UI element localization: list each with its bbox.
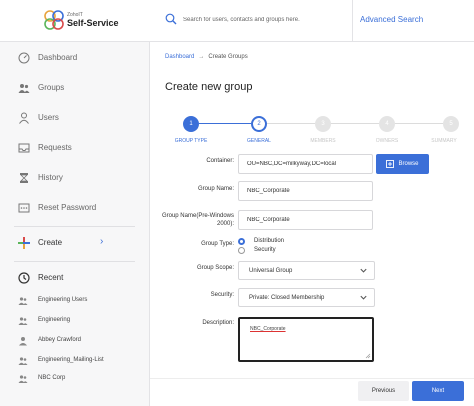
group-icon bbox=[18, 297, 28, 305]
group-scope-select[interactable]: Universal Group bbox=[238, 261, 375, 280]
browse-icon bbox=[386, 160, 395, 168]
group-icon bbox=[18, 375, 28, 383]
description-label: Description: bbox=[202, 320, 234, 326]
sidebar-divider bbox=[14, 261, 135, 262]
step-connector bbox=[267, 123, 315, 124]
user-icon bbox=[19, 337, 27, 346]
recent-clock-icon bbox=[18, 272, 30, 284]
logo-icon bbox=[44, 10, 64, 30]
recent-item[interactable]: Engineering_Mailing-List bbox=[0, 353, 150, 371]
sidebar-item-reset-password[interactable]: Reset Password bbox=[0, 195, 150, 221]
step-1-label: GROUP TYPE bbox=[174, 138, 208, 144]
pre2000-name-label: Group Name(Pre-Windows 2000): bbox=[161, 213, 234, 227]
history-icon bbox=[20, 173, 28, 183]
step-4-label: OWNERS bbox=[375, 138, 399, 144]
recent-item[interactable]: Engineering bbox=[0, 313, 150, 331]
container-label: Container: bbox=[206, 158, 234, 164]
inbox-icon bbox=[18, 143, 30, 153]
sidebar-item-label: Groups bbox=[38, 83, 65, 92]
app-logo[interactable]: ZohoIT Self-Service bbox=[0, 0, 150, 42]
recent-item[interactable]: NBC Corp bbox=[0, 371, 150, 389]
next-button[interactable]: Next bbox=[412, 381, 464, 401]
search-input[interactable] bbox=[183, 13, 343, 27]
breadcrumb: Dashboard → Create Groups bbox=[165, 54, 248, 60]
dashboard-icon bbox=[18, 52, 30, 64]
keypad-icon bbox=[18, 203, 30, 213]
advanced-search-link[interactable]: Advanced Search bbox=[360, 15, 423, 24]
description-text: NBC_Corporate bbox=[250, 326, 286, 332]
step-5-label: SUMMARY bbox=[431, 138, 457, 144]
recent-item-label: Engineering_Mailing-List bbox=[38, 357, 104, 363]
step-2-label: GENERAL bbox=[247, 138, 271, 144]
recent-item-label: Engineering bbox=[38, 317, 71, 323]
sidebar-item-label: Reset Password bbox=[38, 203, 97, 212]
create-label: Create bbox=[38, 238, 63, 247]
step-5-indicator: 5 bbox=[443, 116, 459, 132]
user-icon bbox=[19, 112, 29, 124]
step-connector bbox=[331, 123, 379, 124]
security-option-label: Security bbox=[254, 247, 276, 253]
sidebar-item-label: Dashboard bbox=[38, 53, 78, 62]
sidebar-item-label: Requests bbox=[38, 143, 72, 152]
browse-label: Browse bbox=[398, 161, 419, 167]
recent-header: Recent bbox=[0, 265, 150, 291]
step-connector bbox=[395, 123, 443, 124]
resize-handle-icon[interactable] bbox=[365, 353, 371, 359]
sidebar-item-groups[interactable]: Groups bbox=[0, 75, 150, 101]
sidebar-divider bbox=[14, 226, 135, 227]
group-name-label: Group Name: bbox=[197, 186, 234, 192]
sidebar-item-users[interactable]: Users bbox=[0, 105, 150, 131]
sidebar-item-label: History bbox=[38, 173, 63, 182]
sidebar-item-label: Users bbox=[38, 113, 59, 122]
security-select[interactable]: Private: Closed Membership bbox=[238, 288, 375, 307]
group-type-label: Group Type: bbox=[201, 241, 234, 247]
container-field[interactable] bbox=[238, 154, 373, 174]
breadcrumb-current: Create Groups bbox=[208, 54, 248, 60]
sidebar-item-requests[interactable]: Requests bbox=[0, 135, 150, 161]
security-label: Security: bbox=[210, 292, 234, 298]
step-1-indicator[interactable]: 1 bbox=[183, 116, 199, 132]
top-bar: Advanced Search bbox=[150, 0, 474, 42]
sidebar-item-dashboard[interactable]: Dashboard bbox=[0, 45, 150, 71]
step-3-indicator: 3 bbox=[315, 116, 331, 132]
recent-item[interactable]: Engineering Users bbox=[0, 293, 150, 311]
step-connector bbox=[199, 123, 251, 124]
recent-item-label: Abbey Crawford bbox=[38, 337, 82, 343]
browse-button[interactable]: Browse bbox=[376, 154, 429, 174]
group-icon bbox=[18, 357, 28, 365]
group-type-distribution-radio[interactable] bbox=[238, 238, 245, 245]
breadcrumb-arrow-icon: → bbox=[198, 54, 205, 60]
app-title: Self-Service bbox=[67, 18, 119, 28]
pre2000-name-field[interactable] bbox=[238, 210, 373, 230]
recent-label: Recent bbox=[38, 273, 64, 282]
step-2-indicator[interactable]: 2 bbox=[251, 116, 267, 132]
step-3-label: MEMBERS bbox=[310, 138, 336, 144]
breadcrumb-dashboard-link[interactable]: Dashboard bbox=[165, 54, 194, 60]
group-scope-value: Universal Group bbox=[249, 268, 293, 274]
previous-button[interactable]: Previous bbox=[358, 381, 409, 401]
sidebar-create-button[interactable]: Create › bbox=[0, 230, 150, 256]
description-field[interactable]: NBC_Corporate bbox=[238, 317, 374, 362]
recent-item[interactable]: Abbey Crawford bbox=[0, 333, 150, 351]
group-icon bbox=[18, 317, 28, 325]
sidebar: ZohoIT Self-Service Dashboard Groups Use… bbox=[0, 0, 150, 406]
security-value: Private: Closed Membership bbox=[249, 295, 325, 301]
search-icon[interactable] bbox=[165, 13, 177, 25]
chevron-down-icon bbox=[360, 295, 367, 300]
chevron-right-icon: › bbox=[100, 236, 104, 247]
groups-icon bbox=[18, 84, 30, 93]
sidebar-item-history[interactable]: History bbox=[0, 165, 150, 191]
recent-item-label: NBC Corp bbox=[38, 375, 66, 381]
group-type-security-radio[interactable] bbox=[238, 247, 245, 254]
plus-icon bbox=[18, 237, 30, 249]
page-title: Create new group bbox=[165, 81, 253, 93]
recent-item-label: Engineering Users bbox=[38, 297, 88, 303]
group-scope-label: Group Scope: bbox=[196, 265, 234, 271]
chevron-down-icon bbox=[360, 268, 367, 273]
step-4-indicator: 4 bbox=[379, 116, 395, 132]
topbar-divider bbox=[352, 0, 353, 42]
footer-divider bbox=[150, 378, 474, 379]
distribution-option-label: Distribution bbox=[254, 238, 285, 244]
group-name-field[interactable] bbox=[238, 181, 373, 201]
